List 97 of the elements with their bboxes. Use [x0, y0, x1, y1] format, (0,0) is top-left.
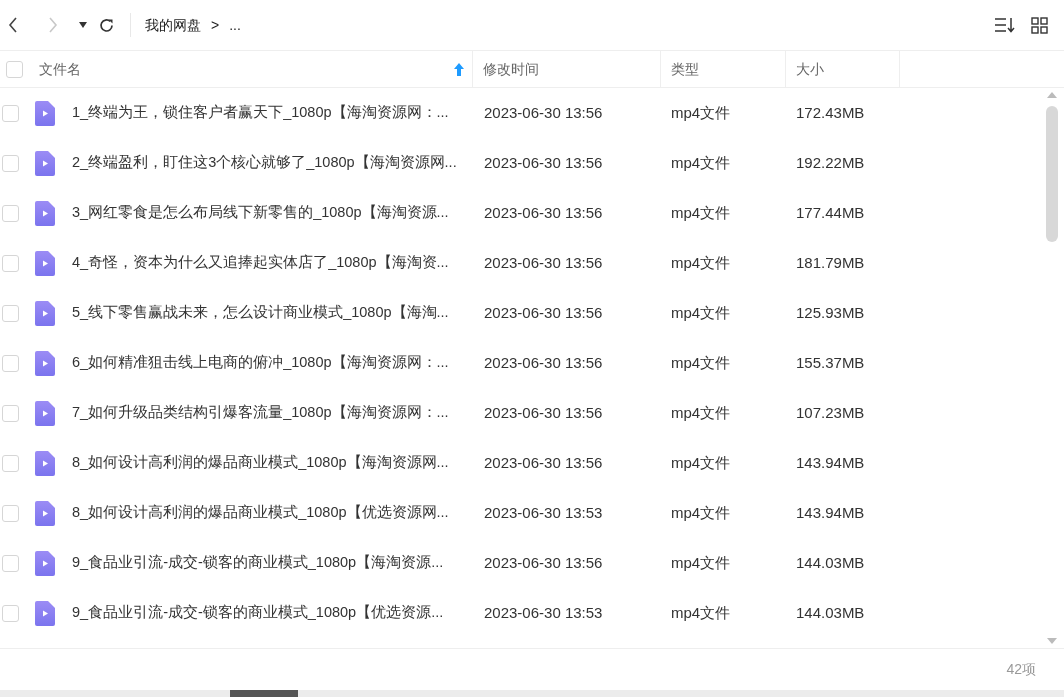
file-row[interactable]: 5_线下零售赢战未来，怎么设计商业模式_1080p【海淘... 2023-06-30 13:56 mp4文件 125.93MB [0, 288, 1044, 338]
modified-time: 2023-06-30 13:53 [484, 503, 603, 521]
modified-time: 2023-06-30 13:56 [484, 553, 603, 571]
file-type: mp4文件 [671, 303, 731, 321]
video-file-icon [35, 400, 55, 426]
modified-time: 2023-06-30 13:56 [484, 153, 603, 171]
scroll-up-arrow-icon[interactable] [1047, 92, 1057, 98]
column-header[interactable]: 大小 [796, 58, 824, 80]
column-header[interactable]: 文件名 [39, 58, 81, 80]
file-size: 144.03MB [796, 603, 865, 621]
file-name: 2_终端盈利，盯住这3个核心就够了_1080p【海淘资源网... [72, 153, 457, 173]
file-type: mp4文件 [671, 503, 731, 521]
file-size: 125.93MB [796, 303, 865, 321]
modified-time: 2023-06-30 13:56 [484, 303, 603, 321]
file-size: 172.43MB [796, 103, 865, 121]
checkbox[interactable] [2, 254, 19, 272]
checkbox[interactable] [6, 60, 23, 78]
scroll-down-arrow-icon[interactable] [1047, 638, 1057, 644]
breadcrumb-item[interactable]: 我的网盘 [145, 14, 201, 36]
file-size: 192.22MB [796, 153, 865, 171]
video-file-icon [35, 450, 55, 476]
file-row[interactable]: 1_终端为王，锁住客户者赢天下_1080p【海淘资源网：... 2023-06-30 13:56 mp4文件 172.43MB [0, 88, 1044, 138]
video-file-icon [35, 550, 55, 576]
modified-time: 2023-06-30 13:56 [484, 103, 603, 121]
file-name: 7_如何升级品类结构引爆客流量_1080p【海淘资源网：... [72, 403, 449, 423]
video-file-icon [35, 350, 55, 376]
video-file-icon [35, 500, 55, 526]
checkbox[interactable] [2, 504, 19, 522]
file-name: 8_如何设计高利润的爆品商业模式_1080p【优选资源网... [72, 503, 449, 523]
file-type: mp4文件 [671, 153, 731, 171]
file-type: mp4文件 [671, 403, 731, 421]
checkbox[interactable] [2, 154, 19, 172]
history-dropdown-button[interactable] [78, 20, 88, 30]
chevron-left-icon [8, 17, 18, 33]
file-name: 1_终端为王，锁住客户者赢天下_1080p【海淘资源网：... [72, 103, 449, 123]
video-file-icon [35, 100, 55, 126]
file-type: mp4文件 [671, 553, 731, 571]
file-row[interactable]: 3_网红零食是怎么布局线下新零售的_1080p【海淘资源... 2023-06-30 13:56 mp4文件 177.44MB [0, 188, 1044, 238]
file-name: 6_如何精准狙击线上电商的俯冲_1080p【海淘资源网：... [72, 353, 449, 373]
video-file-icon [35, 200, 55, 226]
column-header[interactable]: 修改时间 [483, 58, 539, 80]
file-type: mp4文件 [671, 203, 731, 221]
modified-time: 2023-06-30 13:56 [484, 253, 603, 271]
file-type: mp4文件 [671, 103, 731, 121]
horizontal-scrollbar[interactable] [0, 690, 1064, 697]
file-row[interactable]: 7_如何升级品类结构引爆客流量_1080p【海淘资源网：... 2023-06-30 13:56 mp4文件 107.23MB [0, 388, 1044, 438]
checkbox[interactable] [2, 604, 19, 622]
file-name: 8_如何设计高利润的爆品商业模式_1080p【海淘资源网... [72, 453, 449, 473]
checkbox[interactable] [2, 104, 19, 122]
file-size: 177.44MB [796, 203, 865, 221]
grid-view-icon[interactable] [1030, 16, 1048, 34]
file-row[interactable]: 6_如何精准狙击线上电商的俯冲_1080p【海淘资源网：... 2023-06-30 13:56 mp4文件 155.37MB [0, 338, 1044, 388]
file-row[interactable]: 8_如何设计高利润的爆品商业模式_1080p【优选资源网... 2023-06-30 13:53 mp4文件 143.94MB [0, 488, 1044, 538]
file-size: 144.03MB [796, 553, 865, 571]
file-type: mp4文件 [671, 453, 731, 471]
modified-time: 2023-06-30 13:56 [484, 203, 603, 221]
video-file-icon [35, 250, 55, 276]
checkbox[interactable] [2, 304, 19, 322]
modified-time: 2023-06-30 13:56 [484, 453, 603, 471]
checkbox[interactable] [2, 204, 19, 222]
modified-time: 2023-06-30 13:53 [484, 603, 603, 621]
file-row[interactable]: 2_终端盈利，盯住这3个核心就够了_1080p【海淘资源网... 2023-06-30 13:56 mp4文件 192.22MB [0, 138, 1044, 188]
file-size: 143.94MB [796, 453, 865, 471]
sort-ascending-icon [454, 62, 464, 76]
file-row[interactable]: 4_奇怪，资本为什么又追捧起实体店了_1080p【海淘资... 2023-06-30 13:56 mp4文件 181.79MB [0, 238, 1044, 288]
video-file-icon [35, 300, 55, 326]
file-row[interactable]: 9_食品业引流-成交-锁客的商业模式_1080p【优选资源... 2023-06-30 13:53 mp4文件 144.03MB [0, 588, 1044, 638]
checkbox[interactable] [2, 354, 19, 372]
file-name: 5_线下零售赢战未来，怎么设计商业模式_1080p【海淘... [72, 303, 449, 323]
modified-time: 2023-06-30 13:56 [484, 403, 603, 421]
file-name: 3_网红零食是怎么布局线下新零售的_1080p【海淘资源... [72, 203, 449, 223]
scrollbar-thumb[interactable] [230, 690, 298, 697]
file-name: 9_食品业引流-成交-锁客的商业模式_1080p【海淘资源... [72, 553, 444, 573]
scrollbar-thumb[interactable] [1046, 106, 1058, 242]
item-count: 42项 [1006, 660, 1036, 679]
file-name: 4_奇怪，资本为什么又追捧起实体店了_1080p【海淘资... [72, 253, 449, 273]
sort-icon[interactable] [994, 16, 1016, 34]
file-size: 155.37MB [796, 353, 865, 371]
file-type: mp4文件 [671, 603, 731, 621]
video-file-icon [35, 150, 55, 176]
file-type: mp4文件 [671, 253, 731, 271]
column-header[interactable]: 类型 [671, 58, 699, 80]
file-size: 107.23MB [796, 403, 865, 421]
modified-time: 2023-06-30 13:56 [484, 353, 603, 371]
checkbox[interactable] [2, 404, 19, 422]
file-type: mp4文件 [671, 353, 731, 371]
chevron-right-icon [48, 17, 58, 33]
file-name: 9_食品业引流-成交-锁客的商业模式_1080p【优选资源... [72, 603, 444, 623]
file-size: 143.94MB [796, 503, 865, 521]
file-size: 181.79MB [796, 253, 865, 271]
video-file-icon [35, 600, 55, 626]
checkbox[interactable] [2, 554, 19, 572]
checkbox[interactable] [2, 454, 19, 472]
file-row[interactable]: 8_如何设计高利润的爆品商业模式_1080p【海淘资源网... 2023-06-30 13:56 mp4文件 143.94MB [0, 438, 1044, 488]
file-row[interactable]: 9_食品业引流-成交-锁客的商业模式_1080p【海淘资源... 2023-06-30 13:56 mp4文件 144.03MB [0, 538, 1044, 588]
breadcrumb-item[interactable]: ... [229, 14, 241, 36]
breadcrumb-separator: > [211, 15, 220, 35]
